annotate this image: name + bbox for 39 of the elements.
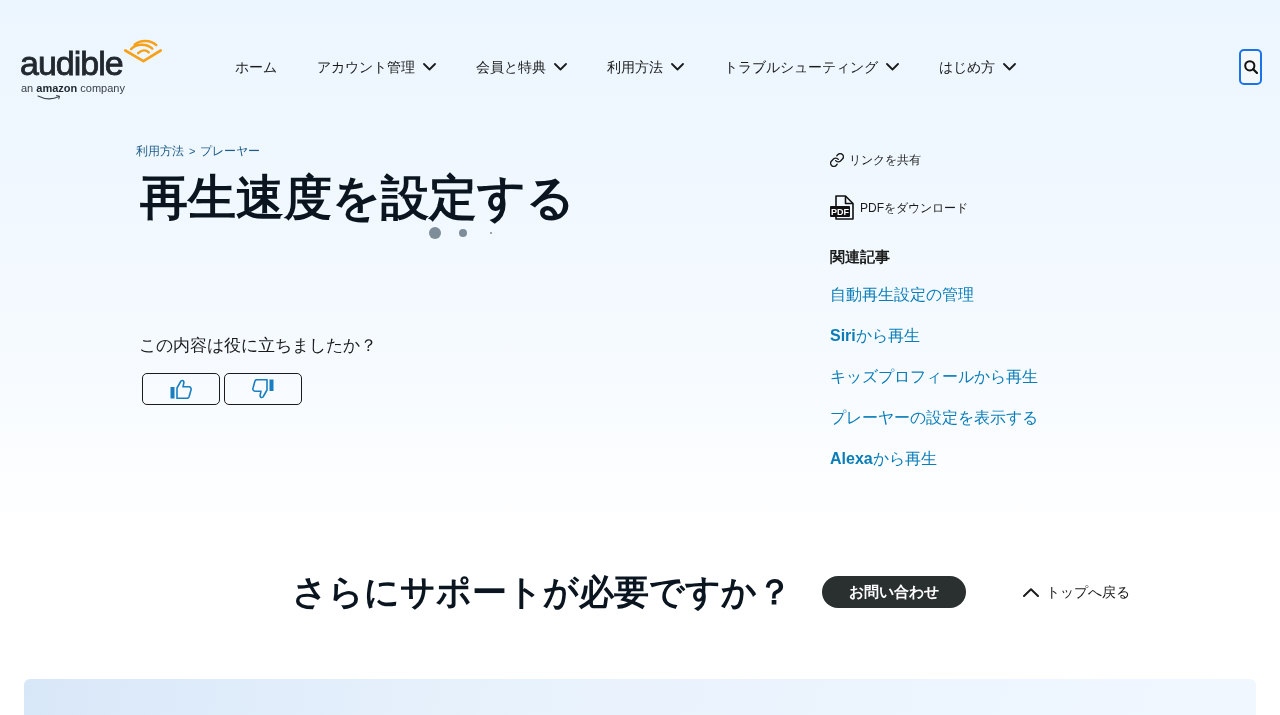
logo-tagline: an amazon company (21, 82, 125, 95)
chevron-up-icon (1023, 587, 1039, 597)
chevron-down-icon (423, 63, 436, 71)
pdf-download-link[interactable]: PDF PDFをダウンロード (830, 195, 968, 220)
book-arcs-icon (124, 38, 162, 63)
search-icon (1243, 60, 1258, 74)
share-link[interactable]: リンクを共有 (830, 151, 921, 169)
breadcrumb-separator: > (189, 144, 196, 159)
related-article-link[interactable]: Alexaから再生 (830, 447, 937, 471)
contact-button[interactable]: お問い合わせ (822, 576, 966, 608)
chevron-down-icon (554, 63, 567, 71)
breadcrumb-link[interactable]: プレーヤー (200, 142, 261, 160)
chevron-down-icon (886, 63, 899, 71)
nav-menu[interactable]: トラブルシューティング (724, 57, 899, 77)
logo-wordmark[interactable]: audible (20, 46, 123, 80)
related-article-link[interactable]: キッズプロフィールから再生 (830, 365, 1038, 389)
chevron-down-icon (671, 63, 684, 71)
thumbs-down-icon (252, 379, 274, 399)
thumbs-up-icon (170, 379, 192, 399)
dislike-button[interactable] (224, 373, 302, 405)
smile-arrow-icon (37, 95, 61, 100)
link-icon (830, 153, 844, 167)
chevron-down-icon (1003, 63, 1016, 71)
related-article-link[interactable]: 自動再生設定の管理 (830, 283, 974, 307)
article-title: 再生速度を設定する (140, 170, 575, 226)
like-button[interactable] (142, 373, 220, 405)
breadcrumb-link[interactable]: 利用方法 (136, 142, 184, 160)
nav-menu[interactable]: はじめ方 (939, 57, 1016, 77)
related-heading: 関連記事 (830, 247, 890, 267)
nav-link[interactable]: ホーム (235, 57, 277, 77)
related-article-link[interactable]: プレーヤーの設定を表示する (830, 406, 1038, 430)
feedback-question: この内容は役に立ちましたか？ (139, 335, 377, 357)
nav-menu[interactable]: アカウント管理 (317, 57, 436, 77)
related-article-link[interactable]: Siriから再生 (830, 324, 920, 348)
back-to-top-link[interactable]: トップへ戻る (1023, 582, 1130, 602)
nav-menu[interactable]: 会員と特典 (476, 57, 567, 77)
support-heading: さらにサポートが必要ですか？ (292, 571, 792, 613)
search-button[interactable] (1239, 49, 1262, 85)
nav-menu[interactable]: 利用方法 (607, 57, 684, 77)
